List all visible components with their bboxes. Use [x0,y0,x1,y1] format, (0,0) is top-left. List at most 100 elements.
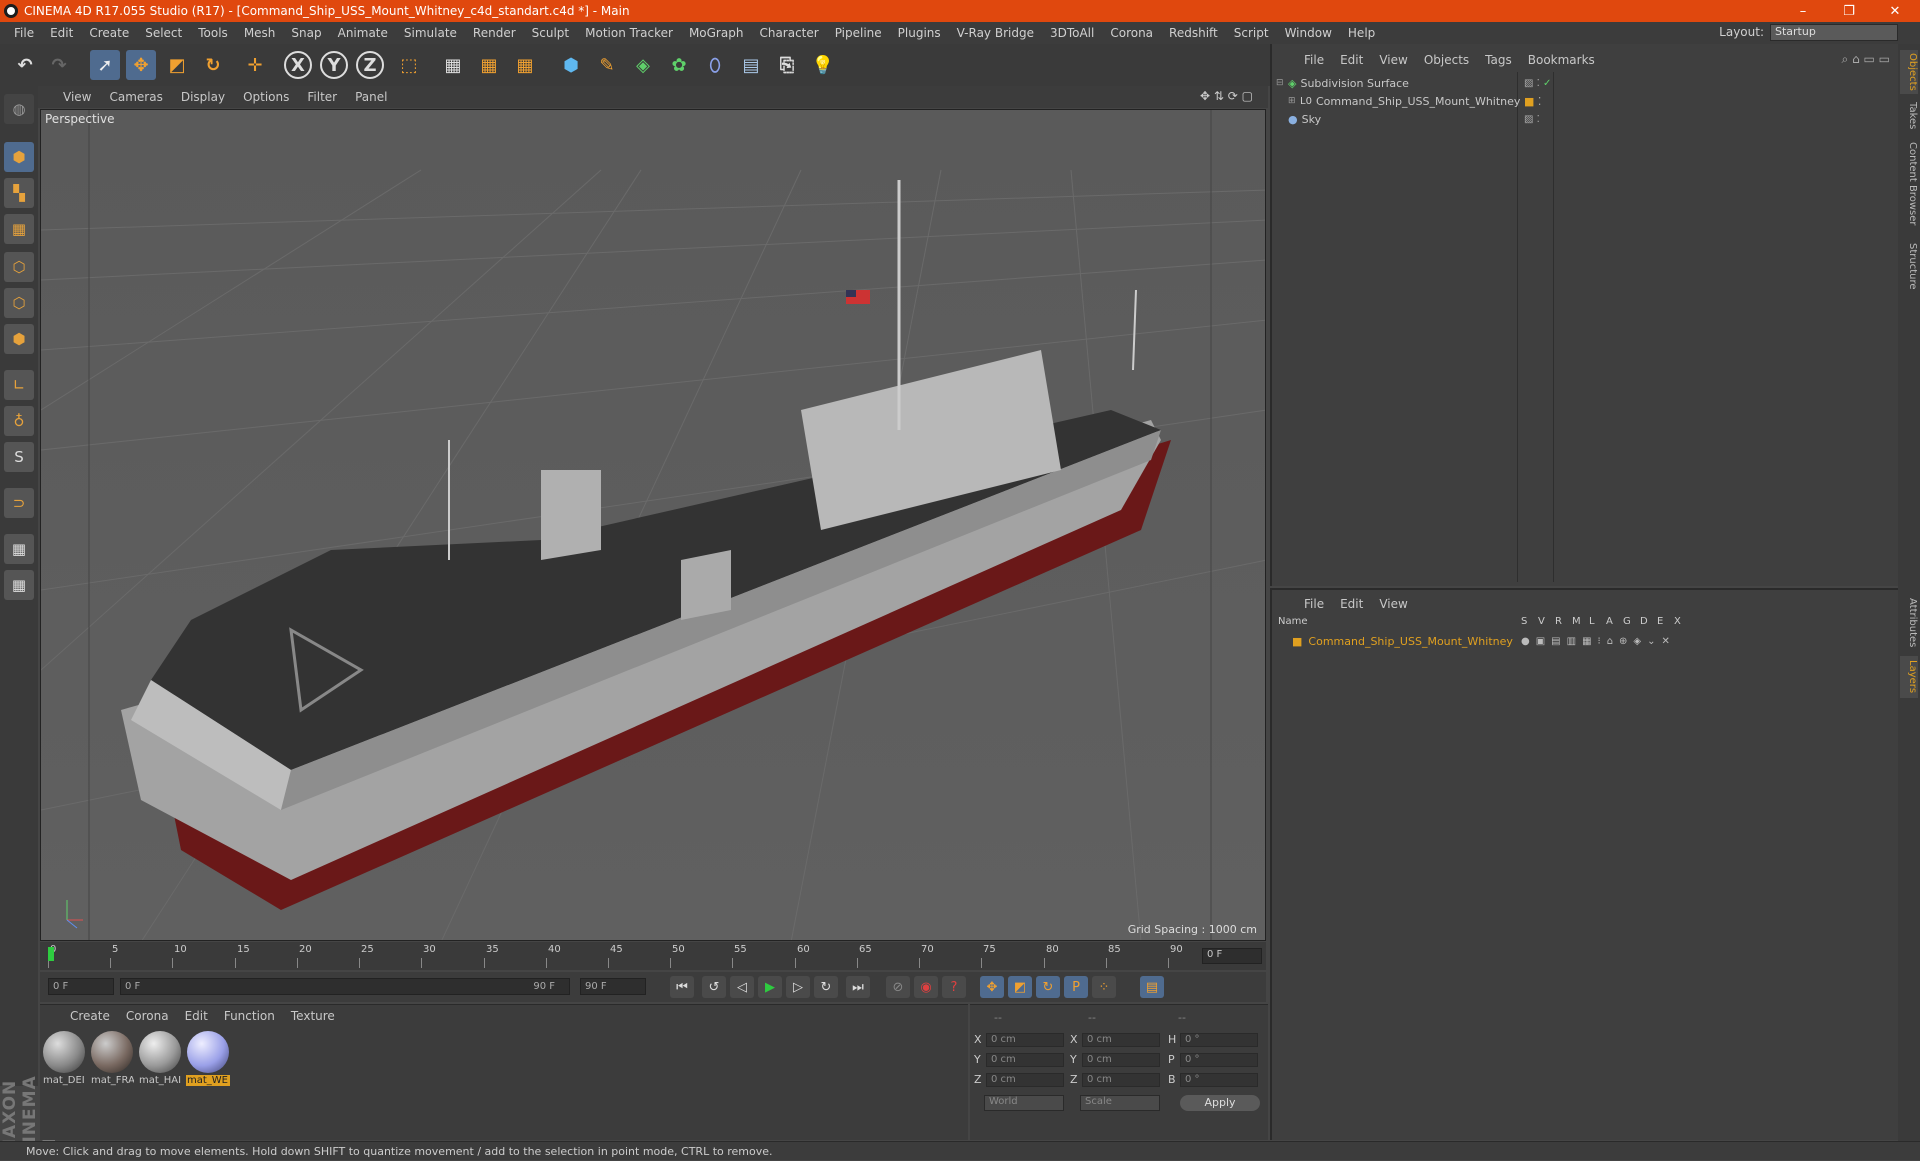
menu-character[interactable]: Character [751,26,826,40]
viewport-menu-view[interactable]: View [54,90,100,104]
menu-mesh[interactable]: Mesh [236,26,284,40]
menu-pipeline[interactable]: Pipeline [827,26,890,40]
next-key-icon[interactable]: ↻ [814,976,838,998]
autokeying-icon[interactable]: ◉ [914,976,938,998]
layer-row[interactable]: ■ Command_Ship_USS_Mount_Whitney ●▣▤▥▦⁝⌂… [1276,632,1896,650]
size-x-field[interactable]: 0 cm [1082,1033,1160,1047]
menu-snap[interactable]: Snap [283,26,329,40]
material-menu-texture[interactable]: Texture [283,1009,343,1023]
layer-menu-file[interactable]: File [1296,597,1332,611]
sculpt-brush-icon[interactable]: ◍ [4,94,34,124]
polygons-mode-icon[interactable]: ⬢ [4,324,34,354]
planar-workplane-icon[interactable]: ▦ [4,570,34,600]
rotate-icon[interactable]: ↻ [198,50,228,80]
play-icon[interactable]: ▶ [758,976,782,998]
next-frame-icon[interactable]: ▷ [786,976,810,998]
live-selection-icon[interactable]: ➚ [90,50,120,80]
material-menu-corona[interactable]: Corona [118,1009,177,1023]
material-menu-create[interactable]: Create [62,1009,118,1023]
visibility-toggle-icon[interactable]: ▨ ⁚ ✓ [1524,78,1551,89]
coordinate-space-select[interactable]: World [984,1095,1064,1111]
key-rotation-icon[interactable]: ↻ [1036,976,1060,998]
key-position-icon[interactable]: ✥ [980,976,1004,998]
texture-mode-icon[interactable]: ▚ [4,178,34,208]
keyframe-selection-icon[interactable]: ? [942,976,966,998]
tab-takes[interactable]: Takes [1900,100,1918,132]
end-frame-field[interactable]: 90 F [580,978,646,995]
key-parameter-icon[interactable]: P [1064,976,1088,998]
move-icon[interactable]: ✥ [126,50,156,80]
size-y-field[interactable]: 0 cm [1082,1053,1160,1067]
previous-frame-icon[interactable]: ◁ [730,976,754,998]
pen-icon[interactable]: ✎ [592,50,622,80]
object-row[interactable]: ⊞ L0 Command_Ship_USS_Mount_Whitney ■ ⁚ [1276,92,1896,110]
record-keyframes-icon[interactable]: ⊘ [886,976,910,998]
go-to-end-icon[interactable]: ⏭ [846,976,870,998]
z-axis-icon[interactable]: Z [356,51,384,79]
tab-content-browser[interactable]: Content Browser [1900,138,1918,230]
viewport-menu-cameras[interactable]: Cameras [100,90,171,104]
start-frame-field[interactable]: 0 F [48,978,114,995]
menu-window[interactable]: Window [1277,26,1340,40]
visibility-toggle-icon[interactable]: ▨ ⁚ [1524,114,1540,125]
light-icon[interactable]: 💡 [808,50,838,80]
menu-select[interactable]: Select [137,26,190,40]
workplane-icon[interactable]: ▦ [4,214,34,244]
viewport-menu-display[interactable]: Display [172,90,234,104]
size-z-field[interactable]: 0 cm [1082,1073,1160,1087]
tab-attributes[interactable]: Attributes [1900,592,1918,654]
expand-icon[interactable]: ⊞ [1288,96,1300,106]
object-menu-edit[interactable]: Edit [1332,53,1371,67]
object-manager-tools-icons[interactable]: ⌕ ⌂ ▭ ▭ [1842,52,1890,67]
menu-edit[interactable]: Edit [42,26,81,40]
rotation-h-field[interactable]: 0 ° [1180,1033,1258,1047]
tab-layers[interactable]: Layers [1900,656,1918,698]
menu-mograph[interactable]: MoGraph [681,26,752,40]
collapse-icon[interactable]: ⊟ [1276,78,1288,88]
menu-sculpt[interactable]: Sculpt [524,26,577,40]
timeline-ruler[interactable]: 051015202530354045505560657075808590 0 F [40,942,1266,970]
menu-motion-tracker[interactable]: Motion Tracker [577,26,681,40]
floor-icon[interactable]: ▤ [736,50,766,80]
menu-vray-bridge[interactable]: V-Ray Bridge [949,26,1042,40]
tab-structure[interactable]: Structure [1900,240,1918,292]
viewport-menu-filter[interactable]: Filter [298,90,346,104]
object-row[interactable]: ● Sky ▨ ⁚ [1276,110,1896,128]
viewport-menu-options[interactable]: Options [234,90,298,104]
go-to-start-icon[interactable]: ⏮ [670,976,694,998]
menu-render[interactable]: Render [465,26,524,40]
mograph-cloner-icon[interactable]: ✿ [664,50,694,80]
model-mode-icon[interactable]: ⬢ [4,142,34,172]
menu-file[interactable]: File [6,26,42,40]
undo-icon[interactable]: ↶ [10,50,40,80]
redo-icon[interactable]: ↷ [44,50,74,80]
scale-icon[interactable]: ◩ [162,50,192,80]
previous-key-icon[interactable]: ↺ [702,976,726,998]
subdivision-icon[interactable]: ◈ [628,50,658,80]
material-swatch[interactable]: mat_DEI [42,1031,86,1091]
key-scale-icon[interactable]: ◩ [1008,976,1032,998]
material-swatch[interactable]: mat_WE [186,1031,230,1091]
rotation-b-field[interactable]: 0 ° [1180,1073,1258,1087]
menu-script[interactable]: Script [1226,26,1277,40]
material-swatch[interactable]: mat_FRA [90,1031,134,1091]
object-row[interactable]: ⊟ ◈ Subdivision Surface ▨ ⁚ ✓ [1276,74,1896,92]
add-icon[interactable]: ✛ [240,50,270,80]
axis-mode-icon[interactable]: ∟ [4,370,34,400]
render-view-icon[interactable]: ▦ [438,50,468,80]
minimize-button[interactable]: – [1780,0,1826,22]
menu-plugins[interactable]: Plugins [890,26,949,40]
object-menu-tags[interactable]: Tags [1477,53,1520,67]
layer-color-icon[interactable]: ■ ⁚ [1524,95,1541,108]
camera-icon[interactable]: ⎘ [772,50,802,80]
lock-workplane-icon[interactable]: ▦ [4,534,34,564]
viewport-nav-icons[interactable]: ✥ ⇅ ⟳ ▢ [1191,89,1262,103]
y-axis-icon[interactable]: Y [320,51,348,79]
menu-redshift[interactable]: Redshift [1161,26,1226,40]
menu-corona[interactable]: Corona [1102,26,1161,40]
render-picture-viewer-icon[interactable]: ▦ [474,50,504,80]
key-point-level-icon[interactable]: ⁘ [1092,976,1116,998]
magnet-icon[interactable]: ⊃ [4,488,34,518]
menu-create[interactable]: Create [81,26,137,40]
material-menu-function[interactable]: Function [216,1009,283,1023]
